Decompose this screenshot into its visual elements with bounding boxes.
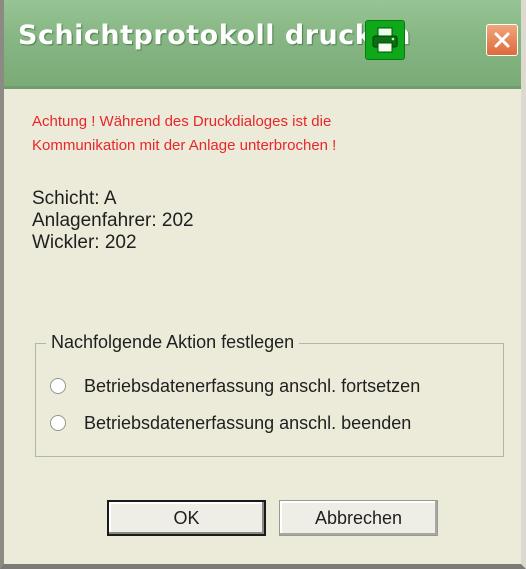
operator-label: Anlagenfahrer: 202 — [32, 210, 194, 231]
winder-label: Wickler: 202 — [32, 232, 137, 253]
warning-line-1: Achtung ! Während des Druckdialoges ist … — [32, 113, 332, 130]
window-title: Schichtprotokoll drucken — [18, 20, 412, 51]
close-button[interactable] — [486, 24, 518, 56]
radio-label[interactable]: Betriebsdatenerfassung anschl. fortsetze… — [84, 376, 420, 397]
radio-button[interactable] — [50, 415, 66, 431]
radio-label[interactable]: Betriebsdatenerfassung anschl. beenden — [84, 413, 411, 434]
radio-option-continue[interactable]: Betriebsdatenerfassung anschl. fortsetze… — [50, 373, 420, 399]
printer-icon — [365, 20, 405, 60]
cancel-button[interactable]: Abbrechen — [279, 500, 438, 536]
title-bar[interactable]: Schichtprotokoll drucken — [4, 0, 521, 89]
action-groupbox-legend: Nachfolgende Aktion festlegen — [46, 331, 300, 353]
action-groupbox — [35, 343, 504, 457]
shift-label: Schicht: A — [32, 188, 117, 209]
radio-option-end[interactable]: Betriebsdatenerfassung anschl. beenden — [50, 410, 411, 436]
warning-message: Achtung ! Während des Druckdialoges ist … — [32, 110, 502, 158]
ok-button[interactable]: OK — [107, 500, 266, 536]
close-icon — [494, 32, 510, 48]
radio-button[interactable] — [50, 378, 66, 394]
shift-info: Schicht: A Anlagenfahrer: 202 Wickler: 2… — [32, 188, 194, 254]
print-dialog-window: Schichtprotokoll drucken Achtung ! Währe… — [0, 0, 526, 569]
warning-line-2: Kommunikation mit der Anlage unterbroche… — [32, 137, 337, 154]
